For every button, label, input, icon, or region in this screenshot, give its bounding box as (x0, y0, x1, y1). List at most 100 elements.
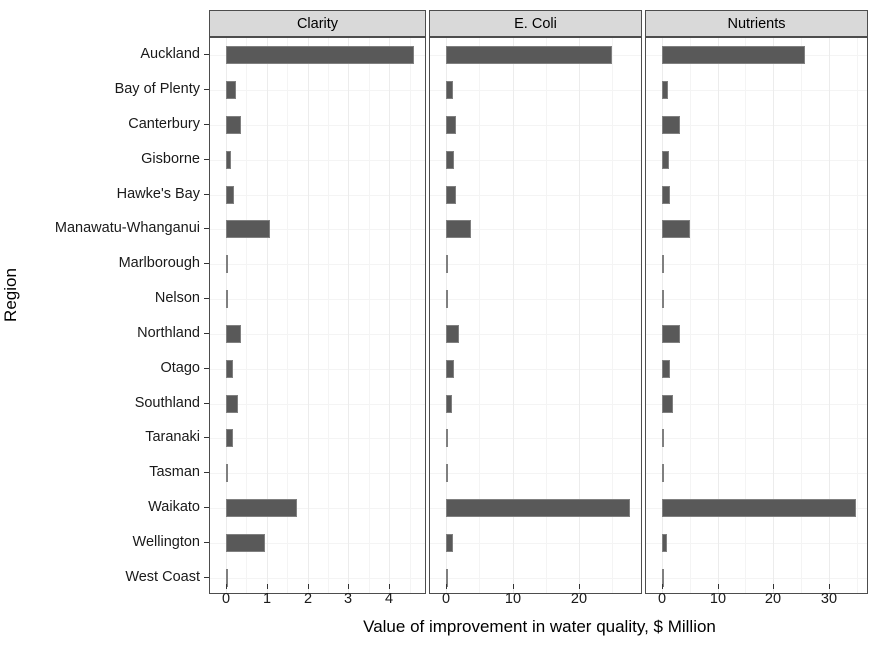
gridline-horizontal (210, 90, 425, 91)
bar (226, 290, 228, 309)
x-axis-tick-mark (389, 584, 390, 589)
x-axis-tick-label: 30 (820, 591, 838, 607)
bar (662, 533, 667, 552)
facet-strip-label: Clarity (209, 10, 426, 37)
gridline-horizontal (646, 90, 867, 91)
y-axis-tick-label: Bay of Plenty (114, 81, 200, 98)
x-axis: 0 10 20 (429, 584, 642, 614)
bar (226, 394, 238, 413)
bar (226, 220, 271, 239)
bar (662, 429, 664, 448)
x-axis-tick-label: 2 (303, 591, 313, 607)
x-axis: 0 1 2 3 4 (209, 584, 426, 614)
bar (662, 46, 805, 65)
y-axis-tick-label: Otago (160, 359, 201, 376)
y-axis-tick-label: Waikato (148, 498, 200, 515)
gridline-horizontal (646, 299, 867, 300)
bar (226, 359, 233, 378)
gridline-horizontal (210, 473, 425, 474)
x-axis-tick-label: 3 (343, 591, 353, 607)
y-axis-tick-labels: Auckland Bay of Plenty Canterbury Gisborne H… (22, 38, 209, 585)
gridline-horizontal (210, 578, 425, 579)
bar (226, 116, 242, 135)
x-axis-tick-mark (662, 584, 663, 589)
bar (662, 324, 681, 343)
bar (662, 220, 691, 239)
gridline-minor (369, 38, 370, 593)
x-axis-tick-mark (829, 584, 830, 589)
x-axis-tick-mark (226, 584, 227, 589)
facet-panel-e-coli: E. Coli (429, 10, 642, 594)
y-axis-tick-label: Taranaki (145, 429, 200, 446)
y-axis-tick-label: Nelson (154, 290, 200, 307)
gridline-horizontal (210, 299, 425, 300)
y-axis-tick-label: Marlborough (118, 255, 200, 272)
gridline-horizontal (646, 543, 867, 544)
x-axis-tick-label: 0 (221, 591, 231, 607)
gridline-horizontal (646, 578, 867, 579)
y-axis-tick-label: Auckland (140, 46, 200, 63)
x-axis-tick-mark (773, 584, 774, 589)
facet-panel-clarity: Clarity (209, 10, 426, 594)
x-axis-tick-label: 0 (657, 591, 667, 607)
gridline-horizontal (430, 125, 641, 126)
x-axis-tick-mark (718, 584, 719, 589)
x-axis-tick-mark (267, 584, 268, 589)
bar (446, 46, 612, 65)
bar (662, 290, 664, 309)
x-axis-tick-label: 20 (570, 591, 588, 607)
bar (226, 255, 228, 274)
bar (226, 185, 234, 204)
gridline-horizontal (430, 90, 641, 91)
y-axis-tick-label: Wellington (132, 533, 200, 550)
bar (662, 116, 680, 135)
bar (226, 46, 414, 65)
bar (446, 464, 448, 483)
gridline-horizontal (646, 438, 867, 439)
bar (226, 324, 241, 343)
gridline-horizontal (210, 438, 425, 439)
x-axis-tick-label: 0 (441, 591, 451, 607)
gridline-minor (857, 38, 858, 593)
gridline-horizontal (646, 369, 867, 370)
bar (446, 498, 631, 517)
bar (446, 255, 448, 274)
x-axis-tick-label: 10 (504, 591, 522, 607)
x-axis-tick-mark (308, 584, 309, 589)
y-axis-tick-label: Northland (137, 324, 200, 341)
y-axis-tick-label: Canterbury (128, 116, 200, 133)
bar (446, 81, 454, 100)
gridline-horizontal (646, 264, 867, 265)
facet-strip-label: Nutrients (645, 10, 868, 37)
gridline-minor (328, 38, 329, 593)
bar (226, 429, 234, 448)
bar (446, 290, 448, 309)
x-axis-tick-mark (446, 584, 447, 589)
x-axis: 0 10 20 30 (645, 584, 868, 614)
bar (446, 220, 471, 239)
bar (662, 185, 671, 204)
gridline-major (389, 38, 390, 593)
gridline-major (348, 38, 349, 593)
y-axis-tick-label: Hawke's Bay (116, 185, 200, 202)
bar (662, 150, 670, 169)
bar (226, 464, 229, 483)
bar (446, 533, 453, 552)
bar (446, 394, 452, 413)
bar (446, 429, 448, 448)
bar (226, 81, 236, 100)
bar (446, 185, 456, 204)
facet-plot-area (209, 37, 426, 594)
bar (226, 533, 265, 552)
bar (662, 464, 664, 483)
gridline-horizontal (210, 369, 425, 370)
y-axis-title: Region (0, 0, 22, 590)
bar (662, 394, 673, 413)
y-axis-title-text: Region (1, 268, 20, 322)
bar (662, 255, 664, 274)
y-axis-tick-label: Manawatu-Whanganui (54, 220, 200, 237)
y-axis-tick-label: Tasman (149, 464, 200, 481)
gridline-horizontal (430, 438, 641, 439)
bar (662, 498, 856, 517)
facet-plot-area (645, 37, 868, 594)
